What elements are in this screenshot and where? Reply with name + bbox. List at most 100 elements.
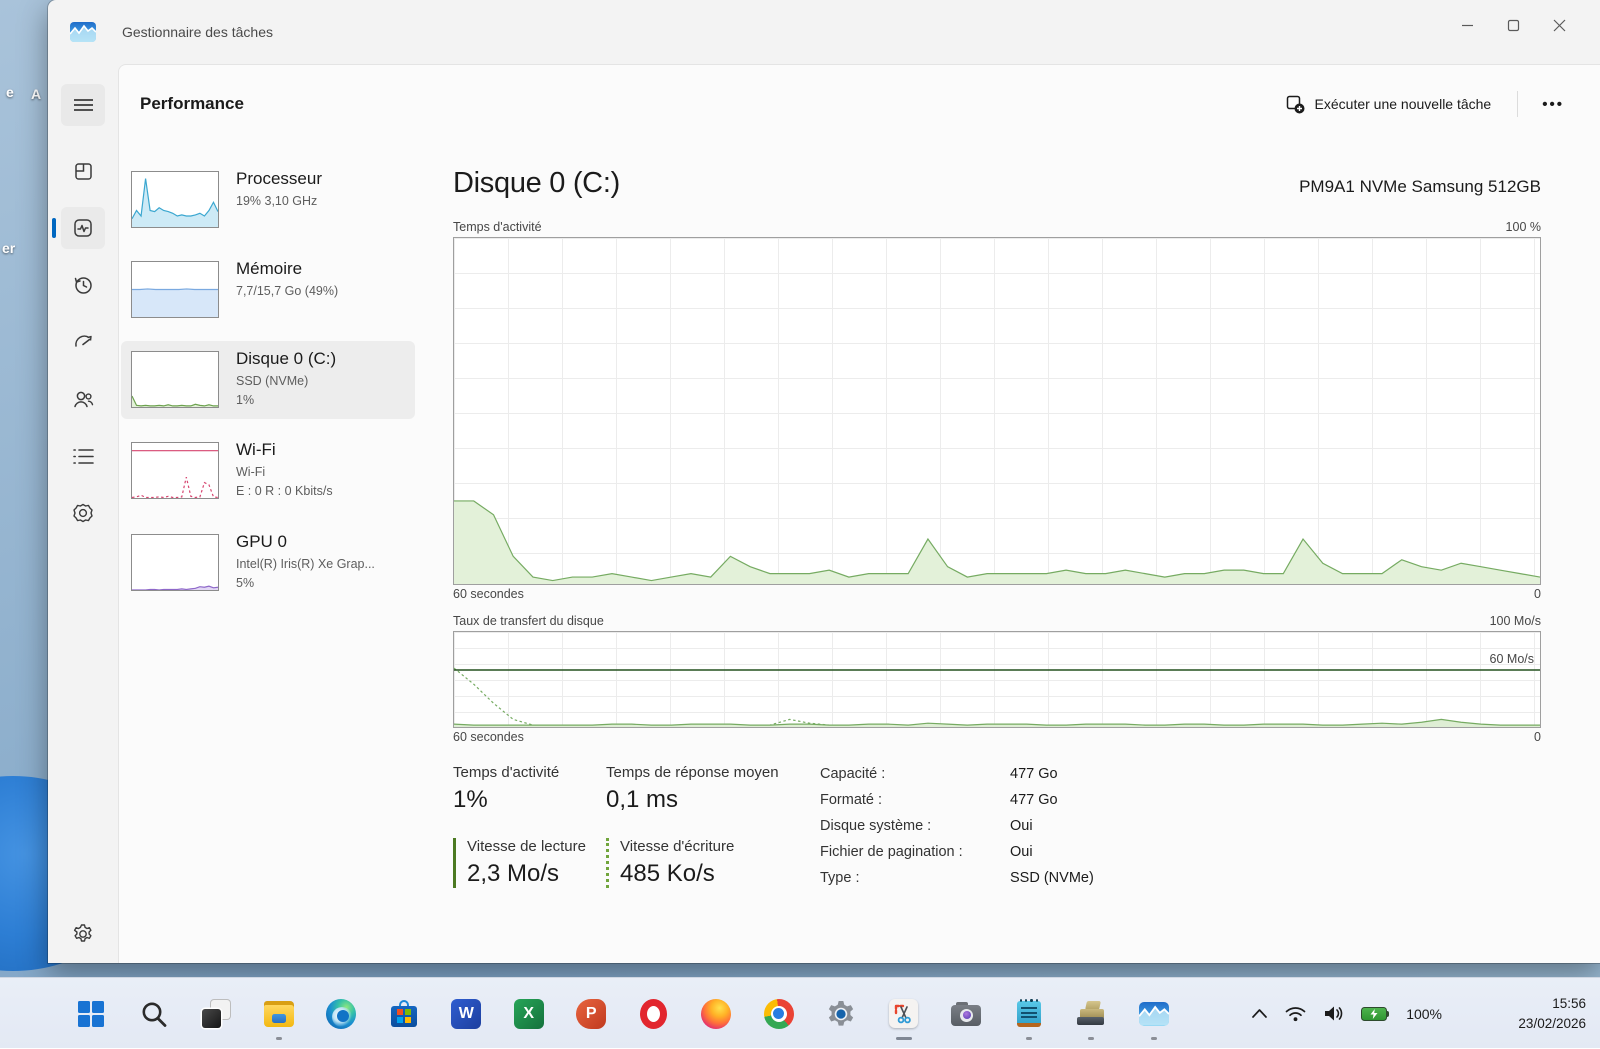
battery-icon[interactable] bbox=[1361, 1007, 1390, 1021]
perf-item-cpu[interactable]: Processeur 19% 3,10 GHz bbox=[121, 161, 415, 238]
excel-button[interactable]: X bbox=[498, 984, 561, 1044]
disk-stats: Temps d'activité 1% Vitesse de lecture 2… bbox=[453, 764, 1541, 888]
more-options-button[interactable]: ••• bbox=[1532, 90, 1574, 119]
run-new-task-button[interactable]: Exécuter une nouvelle tâche bbox=[1274, 87, 1504, 122]
sidebar-item-services[interactable] bbox=[61, 492, 105, 534]
running-indicator bbox=[276, 1037, 282, 1040]
chart1-label: Temps d'activité bbox=[453, 220, 542, 234]
perf-item-wifi[interactable]: Wi-Fi Wi-Fi E : 0 R : 0 Kbits/s bbox=[121, 432, 415, 510]
perf-item-memory[interactable]: Mémoire 7,7/15,7 Go (49%) bbox=[121, 251, 415, 328]
minimize-button[interactable] bbox=[1444, 6, 1490, 44]
taskbar-clock[interactable]: 15:56 23/02/2026 bbox=[1518, 978, 1586, 1049]
running-indicator bbox=[1088, 1037, 1094, 1040]
performance-list: Processeur 19% 3,10 GHz Mémoire 7,7/15,7… bbox=[121, 161, 415, 615]
window-title: Gestionnaire des tâches bbox=[122, 24, 273, 40]
volume-icon[interactable] bbox=[1323, 1005, 1344, 1022]
store-icon bbox=[390, 1000, 418, 1028]
info-value: 477 Go bbox=[1010, 766, 1094, 784]
new-task-icon bbox=[1286, 95, 1305, 114]
maximize-button[interactable] bbox=[1490, 6, 1536, 44]
system-tray: 100% bbox=[1251, 978, 1442, 1049]
word-button[interactable]: W bbox=[435, 984, 498, 1044]
info-value: Oui bbox=[1010, 818, 1094, 836]
perf-item-subtitle: Intel(R) Iris(R) Xe Grap... bbox=[236, 555, 375, 573]
word-icon: W bbox=[451, 999, 481, 1029]
opera-button[interactable] bbox=[623, 984, 686, 1044]
chrome-button[interactable] bbox=[748, 984, 811, 1044]
wifi-icon[interactable] bbox=[1285, 1006, 1306, 1022]
perf-item-subtitle: 5% bbox=[236, 574, 375, 592]
chrome-icon bbox=[764, 999, 794, 1029]
services-cog-icon bbox=[72, 502, 94, 524]
wifi-sparkline bbox=[131, 442, 219, 499]
info-label: Type : bbox=[820, 870, 1010, 888]
chart2-label: Taux de transfert du disque bbox=[453, 614, 604, 628]
perf-item-subtitle: 19% 3,10 GHz bbox=[236, 192, 322, 210]
powerpoint-icon: P bbox=[576, 999, 606, 1029]
stamp-tool-icon bbox=[1076, 1001, 1106, 1027]
sidebar-item-performance[interactable] bbox=[61, 207, 105, 249]
chart1-max-label: 100 % bbox=[1506, 220, 1541, 234]
file-explorer-button[interactable] bbox=[248, 984, 311, 1044]
perf-item-gpu[interactable]: GPU 0 Intel(R) Iris(R) Xe Grap... 5% bbox=[121, 524, 415, 602]
task-manager-taskbar-button[interactable] bbox=[1123, 984, 1186, 1044]
memory-sparkline bbox=[131, 261, 219, 318]
info-label: Capacité : bbox=[820, 766, 1010, 784]
sidebar-item-users[interactable] bbox=[61, 378, 105, 420]
snipping-tool-icon bbox=[889, 999, 918, 1028]
sidebar-item-startup-apps[interactable] bbox=[61, 321, 105, 363]
task-view-button[interactable] bbox=[185, 984, 248, 1044]
chart2-min-label: 0 bbox=[1534, 730, 1541, 744]
opera-icon bbox=[640, 999, 667, 1029]
settings-app-button[interactable] bbox=[810, 984, 873, 1044]
start-button[interactable] bbox=[60, 984, 123, 1044]
perf-item-title: Mémoire bbox=[236, 259, 338, 279]
perf-item-subtitle: 7,7/15,7 Go (49%) bbox=[236, 282, 338, 300]
clock-date: 23/02/2026 bbox=[1518, 1014, 1586, 1034]
battery-percent: 100% bbox=[1406, 1006, 1442, 1022]
sidebar-item-app-history[interactable] bbox=[61, 264, 105, 306]
users-icon bbox=[72, 388, 95, 411]
hamburger-icon bbox=[74, 98, 93, 112]
stamp-tool-button[interactable] bbox=[1060, 984, 1123, 1044]
camera-button[interactable] bbox=[935, 984, 998, 1044]
disk-detail-panel: Disque 0 (C:) PM9A1 NVMe Samsung 512GB T… bbox=[453, 167, 1541, 888]
activity-chart bbox=[453, 237, 1541, 585]
info-label: Fichier de pagination : bbox=[820, 844, 1010, 862]
edge-button[interactable] bbox=[310, 984, 373, 1044]
taskbar: W X P bbox=[0, 977, 1600, 1048]
chart1-min-label: 0 bbox=[1534, 587, 1541, 601]
menu-hamburger-button[interactable] bbox=[61, 84, 105, 126]
powerpoint-button[interactable]: P bbox=[560, 984, 623, 1044]
processes-icon bbox=[73, 161, 94, 182]
tray-chevron-icon[interactable] bbox=[1251, 1008, 1268, 1019]
firefox-button[interactable] bbox=[685, 984, 748, 1044]
response-time-label: Temps de réponse moyen bbox=[606, 764, 820, 781]
settings-gear-icon bbox=[826, 999, 856, 1029]
perf-item-title: Disque 0 (C:) bbox=[236, 349, 336, 369]
read-speed-label: Vitesse de lecture bbox=[467, 838, 606, 855]
transfer-chart: 60 Mo/s bbox=[453, 631, 1541, 728]
settings-button[interactable] bbox=[48, 923, 118, 945]
write-speed-value: 485 Ko/s bbox=[620, 860, 820, 888]
perf-item-subtitle: E : 0 R : 0 Kbits/s bbox=[236, 482, 333, 500]
search-button[interactable] bbox=[123, 984, 186, 1044]
firefox-icon bbox=[701, 999, 731, 1029]
sidebar-item-details[interactable] bbox=[61, 435, 105, 477]
chart2-xspan-label: 60 secondes bbox=[453, 730, 524, 744]
list-icon bbox=[73, 448, 94, 465]
history-icon bbox=[72, 274, 94, 296]
run-new-task-label: Exécuter une nouvelle tâche bbox=[1315, 96, 1492, 112]
microsoft-store-button[interactable] bbox=[373, 984, 436, 1044]
info-value: 477 Go bbox=[1010, 792, 1094, 810]
close-button[interactable] bbox=[1536, 6, 1582, 44]
navigation-rail bbox=[48, 64, 118, 963]
perf-item-disk[interactable]: Disque 0 (C:) SSD (NVMe) 1% bbox=[121, 341, 415, 419]
snipping-tool-button[interactable] bbox=[873, 984, 936, 1044]
desktop-icon-label-fragment: er bbox=[2, 240, 15, 256]
sidebar-item-processes[interactable] bbox=[61, 150, 105, 192]
camera-icon bbox=[951, 1002, 981, 1026]
notepad-button[interactable] bbox=[998, 984, 1061, 1044]
running-indicator bbox=[1151, 1037, 1157, 1040]
notepad-icon bbox=[1017, 999, 1041, 1028]
